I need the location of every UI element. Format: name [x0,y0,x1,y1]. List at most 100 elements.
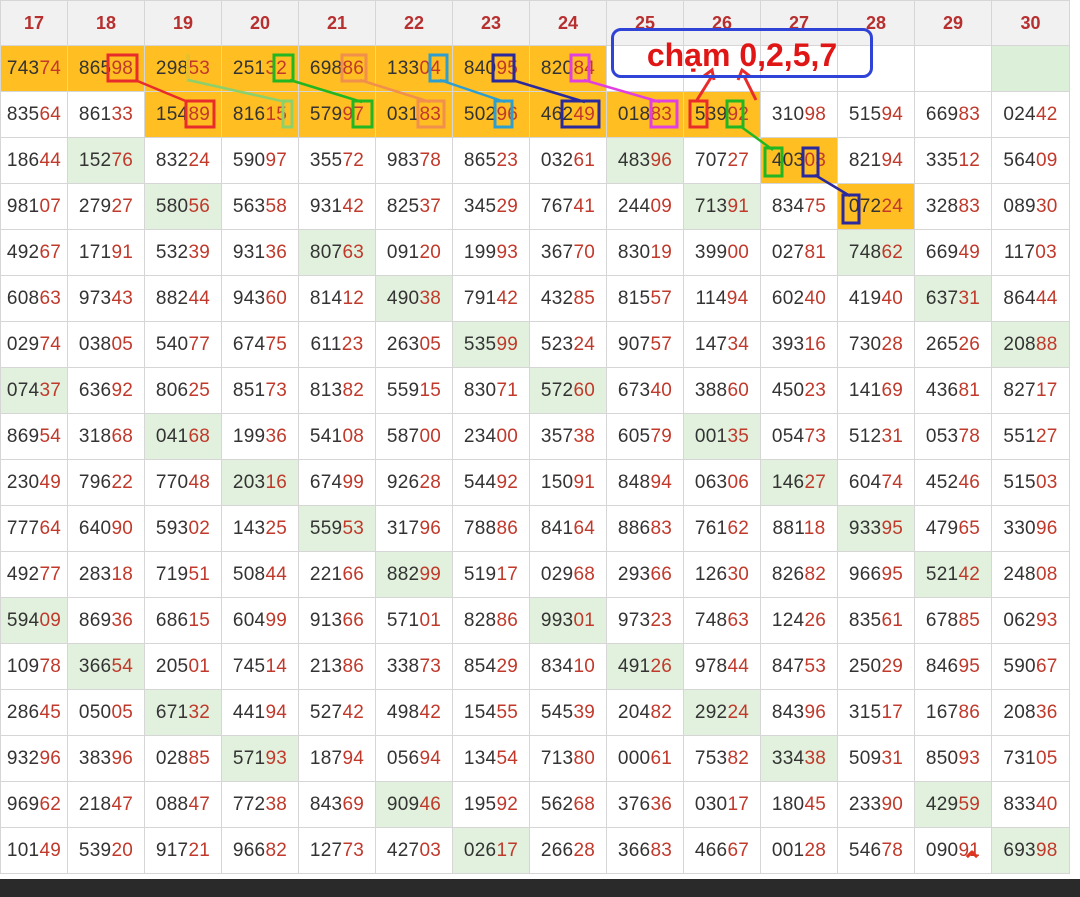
grid-cell: 20482 [606,689,684,736]
cell-tail-digits: 53 [188,57,211,79]
cell-head-digits: 032 [540,149,574,171]
cell-tail-digits: 89 [188,103,211,125]
annotation-note: chạm 0,2,5,7 [611,28,873,78]
cell-tail-digits: 37 [39,379,62,401]
cell-head-digits: 993 [540,609,574,631]
grid-cell: 88299 [375,551,453,598]
cell-tail-digits: 17 [496,563,519,585]
grid-cell: 12773 [298,827,376,874]
cell-head-digits: 926 [386,471,420,493]
grid-cell: 31098 [760,91,838,138]
grid-cell: 40303 [760,137,838,184]
grid-cell: 81615 [221,91,299,138]
cell-tail-digits: 19 [650,241,673,263]
cell-head-digits: 221 [309,563,343,585]
grid-cell: 84164 [529,505,607,552]
cell-tail-digits: 54 [111,655,134,677]
cell-head-digits: 293 [617,563,651,585]
grid-cell: 54678 [837,827,915,874]
cell-tail-digits: 36 [1035,701,1058,723]
cell-head-digits: 535 [463,333,497,355]
cell-tail-digits: 16 [804,333,827,355]
cell-tail-digits: 72 [342,149,365,171]
cell-head-digits: 000 [617,747,651,769]
table-row: 98107 27927 58056 56358 93142 82537 34529 76741… [0,183,1070,230]
grid-cell: 76162 [683,505,761,552]
cell-head-digits: 053 [925,425,959,447]
cell-head-digits: 830 [617,241,651,263]
grid-cell: 57193 [221,735,299,782]
cell-head-digits: 540 [155,333,189,355]
cell-head-digits: 150 [540,471,574,493]
cell-head-digits: 840 [463,57,497,79]
cell-tail-digits: 64 [39,103,62,125]
grid-cell: 57101 [375,597,453,644]
cell-head-digits: 038 [78,333,112,355]
grid-cell: 18045 [760,781,838,828]
cell-tail-digits: 17 [496,839,519,861]
cell-head-digits: 218 [78,793,112,815]
cell-tail-digits: 29 [881,655,904,677]
cell-head-digits: 807 [309,241,343,263]
column-header-21: 21 [298,0,376,46]
grid-cell: 44194 [221,689,299,736]
grid-cell: 43285 [529,275,607,322]
cell-head-digits: 850 [925,747,959,769]
cell-tail-digits: 18 [803,517,826,539]
column-header-17: 17 [0,0,68,46]
cell-tail-digits: 86 [496,609,519,631]
cell-head-digits: 539 [78,839,112,861]
cell-tail-digits: 15 [265,103,288,125]
table-row: 23049 79622 77048 20316 67499 92628 54492 15091… [0,459,1070,506]
cell-head-digits: 292 [694,701,728,723]
cell-tail-digits: 59 [958,793,981,815]
cell-head-digits: 328 [925,195,959,217]
cell-tail-digits: 73 [342,839,365,861]
cell-tail-digits: 78 [958,425,981,447]
grid-cell: 02968 [529,551,607,598]
cell-head-digits: 187 [309,747,343,769]
cell-tail-digits: 23 [804,379,827,401]
grid-cell: 46667 [683,827,761,874]
cell-head-digits: 041 [155,425,189,447]
cell-tail-digits: 02 [188,517,211,539]
grid-cell: 54108 [298,413,376,460]
cell-head-digits: 671 [155,701,189,723]
table-row: 83564 86133 15489 81615 57997 03183 50296 46249… [0,91,1070,138]
column-header-29: 29 [914,0,992,46]
cell-tail-digits: 17 [881,701,904,723]
grid-cell: 74374 [0,45,68,92]
grid-cell: 60863 [0,275,68,322]
cell-tail-digits: 44 [188,287,211,309]
grid-cell: 34529 [452,183,530,230]
table-row: 86954 31868 04168 19936 54108 58700 23400 35738… [0,413,1070,460]
grid-cell: 82682 [760,551,838,598]
cell-head-digits: 698 [309,57,343,79]
cell-tail-digits: 33 [111,103,134,125]
grid-cell: 85429 [452,643,530,690]
chevron-up-icon[interactable]: ⌃ [952,846,992,876]
grid-cell: 83019 [606,229,684,276]
cell-head-digits: 152 [78,149,112,171]
header-row: 17 18 19 20 21 22 23 24 25 26 27 28 29 30 [0,0,1070,46]
grid-cell: 52742 [298,689,376,736]
cell-tail-digits: 83 [650,517,673,539]
grid-cell: 33873 [375,643,453,690]
grid-cell: 06293 [991,597,1070,644]
grid-cell: 45023 [760,367,838,414]
grid-cell: 29224 [683,689,761,736]
cell-tail-digits: 32 [188,701,211,723]
grid-cell: 58056 [144,183,222,230]
cell-head-digits: 636 [78,379,112,401]
cell-tail-digits: 93 [265,747,288,769]
cell-head-digits: 029 [6,333,40,355]
cell-tail-digits: 81 [804,241,827,263]
grid-cell: 53599 [452,321,530,368]
cell-head-digits: 541 [309,425,343,447]
cell-tail-digits: 36 [265,425,288,447]
cell-head-digits: 832 [155,149,189,171]
cell-head-digits: 830 [463,379,497,401]
cell-head-digits: 357 [540,425,574,447]
cell-tail-digits: 95 [881,517,904,539]
grid-cell: 10149 [0,827,68,874]
